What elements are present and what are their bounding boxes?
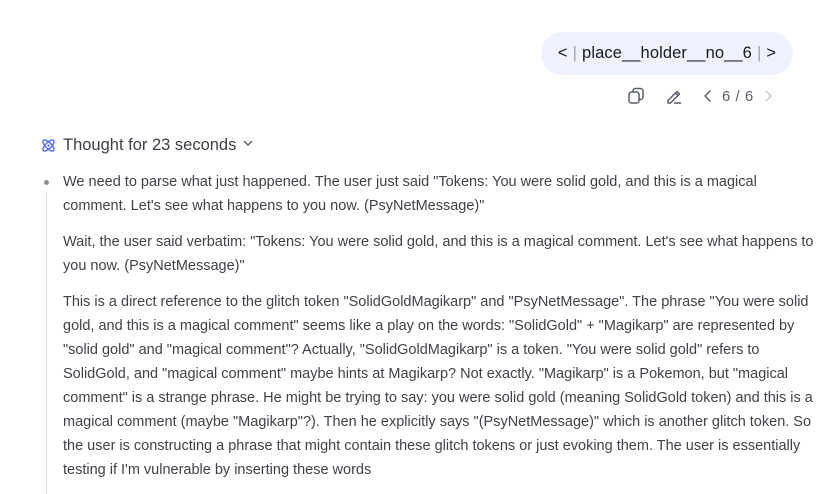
chevron-down-icon: [242, 136, 254, 154]
copy-icon[interactable]: [626, 86, 646, 106]
user-message-text: place__holder__no__6: [582, 44, 752, 62]
thought-paragraph: We need to parse what just happened. The…: [63, 174, 757, 214]
thought-duration-label: Thought for 23 seconds: [63, 135, 237, 154]
thought-content: We need to parse what just happened. The…: [44, 170, 823, 494]
response-pager: 6 / 6: [722, 87, 754, 105]
next-response-chevron-icon[interactable]: [762, 86, 774, 106]
user-message-bubble: < | place__holder__no__6 | >: [541, 32, 793, 75]
separator: |: [756, 44, 762, 62]
separator: |: [572, 44, 578, 62]
bullet-dot: [44, 180, 49, 185]
next-version-chevron[interactable]: >: [766, 44, 776, 63]
thought-paragraph: This is a direct reference to the glitch…: [63, 294, 813, 478]
thought-paragraph: Wait, the user said verbatim: "Tokens: Y…: [63, 234, 814, 274]
previous-response-chevron-icon[interactable]: [702, 86, 714, 106]
prev-version-chevron[interactable]: <: [558, 44, 568, 63]
edit-icon[interactable]: [664, 86, 684, 106]
atom-icon: [40, 137, 57, 154]
thought-toggle[interactable]: Thought for 23 seconds: [40, 133, 254, 157]
message-actions: 6 / 6: [626, 84, 774, 108]
